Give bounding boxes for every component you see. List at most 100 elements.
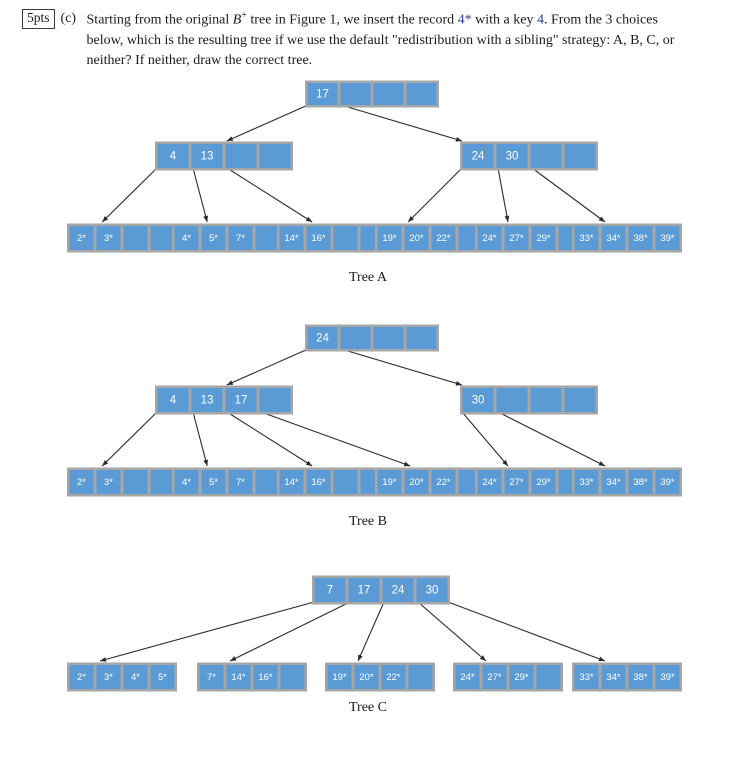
tree-a-internal-1-cell-1-label: 30 (506, 151, 519, 163)
tree-c-leaf-2-cell-3 (408, 665, 433, 689)
tree-c-leaf-0-cell-0-label: 2* (77, 672, 86, 683)
tree-b-leaf-4: 24* 27* 29* (475, 467, 585, 497)
tree-a-edge-root-0 (226, 104, 309, 142)
tree-c-edge-root-4-line (447, 601, 606, 662)
tree-a-edge-int0-2 (226, 167, 313, 223)
tree-a-leaf-2: 14* 16* (277, 223, 387, 253)
question-text-segment-3: with a key (471, 12, 537, 28)
tree-b-leaf-2-cell-1-label: 16* (311, 477, 326, 488)
question-part-label: (c) (60, 11, 77, 26)
tree-c-figure: 7 17 24 30 2* 3* 4* 5* 7* 14* 16* 19* 20* 22* 24* 27* 29… (0, 570, 736, 718)
tree-a-caption: Tree A (349, 270, 387, 285)
tree-a-edge-int1-0 (407, 167, 463, 223)
tree-b-root-cell-3 (406, 327, 437, 349)
tree-c-edges (99, 601, 606, 662)
tree-a-internal-1: 24 30 (460, 141, 598, 171)
tree-a-leaf-2-cell-2 (333, 226, 358, 250)
tree-b-internal-1-cell-1 (496, 388, 528, 412)
tree-c-edge-root-2-line (357, 601, 385, 662)
tree-c-leaf-0: 2* 3* 4* 5* (67, 662, 177, 692)
tree-b-root: 24 (305, 324, 439, 352)
tree-a-leaf-3-cell-2-label: 22* (436, 233, 451, 244)
tree-c-root-cell-3-label: 30 (426, 585, 439, 597)
tree-b-leaf-5-cell-0-label: 33* (579, 477, 594, 488)
tree-b-figure: 24 4 13 17 30 2* 3* 4* 5* 7* 14* 16* 19* 20* 22* 24* 27*… (0, 322, 736, 534)
math-b-symbol: B (232, 12, 242, 28)
tree-c-edge-root-1 (229, 601, 351, 662)
tree-b-edge-root-0-head (226, 380, 234, 385)
tree-a-leaf-4-cell-1-label: 27* (509, 233, 524, 244)
tree-a-nodes: 17 4 13 24 30 2* 3* 4* 5* 7* 14* 16* 19* 20* 22* 24* 27*… (67, 80, 682, 253)
tree-a-edge-root-1 (340, 104, 463, 142)
tree-b-leaf-2-cell-2 (333, 470, 358, 494)
tree-c-leaf-1-cell-0-label: 7* (207, 672, 216, 683)
tree-c-leaf-1-cell-3 (280, 665, 305, 689)
tree-b-internal-1-cell-2 (530, 388, 562, 412)
tree-c-leaf-1-cell-2-label: 16* (258, 672, 273, 683)
tree-a-root-cell-3 (406, 83, 437, 105)
tree-a-root-cell-2 (373, 83, 404, 105)
tree-c-leaf-3-cell-2-label: 29* (514, 672, 529, 683)
tree-c-leaf-4-cell-2-label: 38* (633, 672, 648, 683)
tree-a-leaf-1-cell-1-label: 5* (209, 233, 218, 244)
tree-b-leaf-4-cell-2-label: 29* (536, 477, 551, 488)
tree-a-edge-root-1-line (340, 104, 463, 142)
tree-a-leaf-1: 4* 5* 7* (172, 223, 282, 253)
tree-b-leaf-3-cell-1-label: 20* (409, 477, 424, 488)
tree-b-leaf-0-cell-0-label: 2* (77, 477, 86, 488)
tree-b-leaf-0-cell-3 (150, 470, 175, 494)
tree-a-figure: 17 4 13 24 30 2* 3* 4* 5* 7* 14* 16* 19* 20* 22* 24* 27*… (0, 78, 736, 290)
tree-a-diagram: 17 4 13 24 30 2* 3* 4* 5* 7* 14* 16* 19* 20* 22* 24* 27*… (67, 80, 682, 253)
tree-a-leaf-3: 19* 20* 22* (375, 223, 485, 253)
tree-b-edge-int0-0 (101, 411, 158, 467)
tree-c-edge-root-1-head (230, 656, 237, 661)
tree-b-edge-root-0 (226, 348, 309, 386)
tree-a-internal-1-cell-0-label: 24 (472, 151, 485, 163)
tree-c-leaf-2: 19* 20* 22* (325, 662, 435, 692)
tree-b-leaf-5: 33* 34* 38* 39* (572, 467, 682, 497)
tree-c-nodes: 7 17 24 30 2* 3* 4* 5* 7* 14* 16* 19* 20* 22* 24* 27* 29… (67, 575, 682, 692)
tree-a-edge-root-1-head (455, 136, 462, 142)
tree-b-edge-int0-3-line (260, 411, 411, 467)
tree-a-leaf-5-cell-1-label: 34* (606, 233, 621, 244)
tree-b-edge-int0-1-line (192, 411, 208, 467)
tree-b-edge-int1-1-line (497, 411, 606, 467)
tree-a-edge-int1-0-line (407, 167, 463, 223)
tree-c-edge-root-2-head (358, 654, 363, 661)
tree-a-edge-int0-1-line (192, 167, 208, 223)
tree-b-internal-1-cell-0-label: 30 (472, 395, 485, 407)
tree-a-root: 17 (305, 80, 439, 108)
tree-c-leaf-4-cell-0-label: 33* (579, 672, 594, 683)
tree-a-edge-int0-0 (101, 167, 158, 223)
tree-a-leaf-0-cell-2 (123, 226, 148, 250)
tree-c-root-cell-0-label: 7 (327, 585, 333, 597)
tree-b-edge-int0-3-head (403, 461, 411, 467)
tree-c-leaf-0-cell-1-label: 3* (104, 672, 113, 683)
tree-a-leaf-0-cell-0-label: 2* (77, 233, 86, 244)
tree-b-root-cell-0-label: 24 (316, 333, 329, 345)
tree-a-edge-int0-1 (192, 167, 208, 223)
tree-c-edge-root-3 (417, 601, 487, 662)
tree-c-caption: Tree C (349, 700, 387, 715)
tree-b-leaf-1: 4* 5* 7* (172, 467, 282, 497)
tree-b-leaf-1-cell-2-label: 7* (236, 477, 245, 488)
tree-b-leaf-3: 19* 20* 22* (375, 467, 485, 497)
tree-b-leaf-3-cell-0-label: 19* (382, 477, 397, 488)
tree-a-internal-0: 4 13 (155, 141, 293, 171)
tree-a-leaf-4-cell-0-label: 24* (482, 233, 497, 244)
tree-b-leaf-5-cell-3-label: 39* (660, 477, 675, 488)
tree-b-diagram: 24 4 13 17 30 2* 3* 4* 5* 7* 14* 16* 19* 20* 22* 24* 27*… (67, 324, 682, 497)
tree-a-leaf-2-cell-1-label: 16* (311, 233, 326, 244)
tree-a-root-cell-1 (340, 83, 371, 105)
question-row: 5pts (c) Starting from the original B+ t… (0, 6, 736, 72)
tree-b-internal-0-cell-2-label: 17 (235, 395, 248, 407)
tree-a-edge-int1-1-line (497, 167, 509, 223)
tree-c-edge-root-1-line (229, 601, 351, 662)
tree-c-leaf-2-cell-0-label: 19* (332, 672, 347, 683)
tree-b-edge-root-0-line (226, 348, 309, 386)
tree-c-root-cell-1-label: 17 (358, 585, 371, 597)
tree-a-leaf-3-cell-0-label: 19* (382, 233, 397, 244)
tree-b-edge-int0-2-line (226, 411, 313, 467)
tree-b-edge-int0-1 (192, 411, 208, 467)
tree-b-edge-int1-0 (461, 411, 509, 467)
